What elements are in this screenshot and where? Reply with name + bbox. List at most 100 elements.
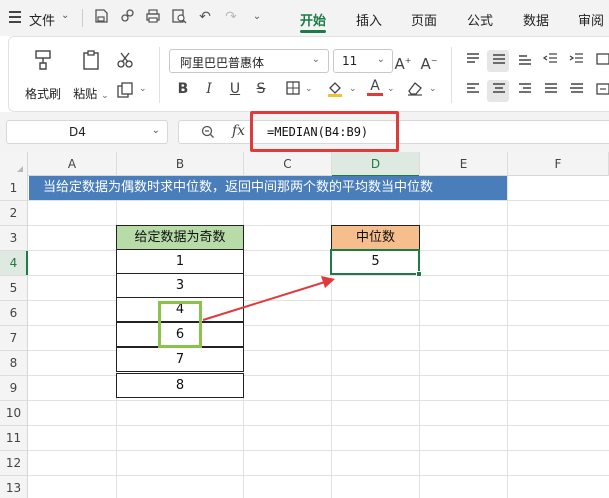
increase-font-icon[interactable]: A+ — [393, 52, 413, 73]
column-header-c[interactable]: C — [244, 152, 332, 176]
row-header-8[interactable]: 8 — [0, 351, 28, 376]
bold-icon[interactable]: B — [173, 80, 193, 98]
column-header-a[interactable]: A — [28, 152, 117, 176]
underline-icon[interactable]: U — [225, 80, 245, 98]
divider — [159, 47, 160, 103]
menu-icon[interactable] — [9, 11, 21, 23]
chevron-down-icon: ⌄ — [311, 54, 320, 65]
tab-insert[interactable]: 插入 — [356, 10, 382, 29]
divider — [82, 9, 83, 27]
tab-data[interactable]: 数据 — [523, 10, 549, 29]
quick-access-chevron-icon[interactable]: ⌄ — [248, 8, 266, 26]
border-icon[interactable] — [283, 80, 303, 98]
justify-icon[interactable] — [541, 82, 561, 100]
row-header-6[interactable]: 6 — [0, 301, 28, 326]
align-center-icon[interactable] — [489, 82, 509, 100]
strikethrough-icon[interactable]: S — [251, 80, 271, 98]
cut-icon[interactable] — [115, 51, 135, 69]
align-middle-icon[interactable] — [489, 52, 509, 70]
tab-home[interactable]: 开始 — [300, 10, 326, 29]
row-header-7[interactable]: 7 — [0, 326, 28, 351]
arrow-annotation — [202, 276, 335, 321]
data-cell[interactable]: 7 — [116, 347, 244, 372]
row-header-1[interactable]: 1 — [0, 176, 28, 201]
redo-icon[interactable]: ↷ — [222, 8, 240, 26]
font-name-select[interactable]: 阿里巴巴普惠体 ⌄ — [169, 49, 329, 73]
row-header-4[interactable]: 4 — [0, 251, 28, 276]
row-header-12[interactable]: 12 — [0, 451, 28, 476]
font-size-select[interactable]: 11 ⌄ — [333, 49, 393, 73]
data-cell[interactable]: 8 — [116, 373, 244, 398]
clear-format-chevron-icon[interactable]: ⌄ — [429, 84, 437, 94]
decrease-indent-icon[interactable] — [541, 52, 561, 70]
row-header-5[interactable]: 5 — [0, 276, 28, 301]
chevron-down-icon: ⌄ — [376, 54, 385, 65]
fill-color-icon[interactable] — [325, 79, 345, 97]
fx-icon[interactable]: fx — [232, 123, 245, 139]
distributed-align-icon[interactable] — [567, 82, 587, 100]
align-top-icon[interactable] — [463, 52, 483, 70]
font-name-value: 阿里巴巴普惠体 — [180, 56, 265, 70]
italic-icon[interactable]: I — [199, 80, 219, 98]
tab-review[interactable]: 审阅 — [578, 10, 604, 29]
spreadsheet-grid[interactable]: A B C D E F 1 2 3 4 5 6 7 8 9 10 11 12 1… — [0, 152, 609, 498]
row-header-9[interactable]: 9 — [0, 376, 28, 401]
gridline — [28, 450, 609, 451]
font-color-chevron-icon[interactable]: ⌄ — [387, 84, 395, 94]
merge-cells-icon[interactable] — [593, 82, 609, 100]
row-header-13[interactable]: 13 — [0, 476, 28, 498]
align-bottom-icon[interactable] — [515, 52, 535, 70]
median-header-cell[interactable]: 中位数 — [331, 225, 420, 250]
row-header-2[interactable]: 2 — [0, 201, 28, 226]
select-all-corner[interactable] — [0, 152, 28, 176]
font-color-icon[interactable]: A — [365, 77, 385, 96]
decrease-font-icon[interactable]: A− — [419, 52, 439, 73]
active-tab-indicator — [300, 30, 326, 33]
paste-label-text: 粘贴 — [73, 87, 98, 101]
name-box[interactable]: D4 ⌄ — [6, 120, 168, 144]
format-painter-icon — [32, 49, 54, 71]
undo-icon[interactable]: ↶ — [196, 8, 214, 26]
gridline — [28, 400, 609, 401]
title-banner-cell[interactable]: 当给定数据为偶数时求中位数，返回中间那两个数的平均数当中位数 — [29, 176, 507, 200]
file-menu[interactable]: 文件 — [29, 10, 55, 29]
wrap-text-icon[interactable] — [593, 52, 609, 70]
increase-indent-icon[interactable] — [567, 52, 587, 70]
align-right-icon[interactable] — [515, 82, 535, 100]
tab-page[interactable]: 页面 — [411, 10, 437, 29]
gridline — [28, 425, 609, 426]
column-header-b[interactable]: B — [117, 152, 244, 176]
row-header-10[interactable]: 10 — [0, 401, 28, 426]
border-chevron-icon[interactable]: ⌄ — [305, 84, 313, 94]
paste-button[interactable]: 粘贴 ⌄ — [71, 49, 111, 102]
column-header-f[interactable]: F — [508, 152, 609, 176]
format-painter-label: 格式刷 — [24, 87, 61, 101]
gridline — [28, 475, 609, 476]
menu-bar: 文件 ⌄ ↶ ↷ ⌄ 开始 插入 页面 公式 数据 审阅 — [0, 0, 609, 36]
share-icon[interactable] — [118, 8, 136, 26]
name-box-value: D4 — [69, 125, 86, 139]
clear-format-icon[interactable] — [405, 79, 425, 97]
fill-handle[interactable] — [416, 271, 422, 277]
data-header-cell[interactable]: 给定数据为奇数 — [116, 225, 244, 250]
row-header-3[interactable]: 3 — [0, 226, 28, 251]
print-preview-icon[interactable] — [170, 8, 188, 26]
copy-icon[interactable] — [115, 81, 135, 99]
formula-highlight-box — [250, 111, 399, 152]
align-left-icon[interactable] — [463, 82, 483, 100]
paste-icon — [80, 49, 102, 71]
copy-chevron-icon[interactable]: ⌄ — [139, 84, 147, 94]
row-header-11[interactable]: 11 — [0, 426, 28, 451]
fill-color-chevron-icon[interactable]: ⌄ — [349, 84, 357, 94]
column-headers: A B C D E F — [0, 152, 609, 177]
tab-formula[interactable]: 公式 — [467, 10, 493, 29]
zoom-icon[interactable] — [201, 125, 215, 143]
ribbon: 格式刷 粘贴 ⌄ ⌄ 阿里巴巴普惠体 ⌄ 11 ⌄ A+ A− B I U S … — [8, 36, 609, 112]
print-icon[interactable] — [144, 8, 162, 26]
paste-chevron-icon[interactable]: ⌄ — [101, 91, 109, 101]
column-header-d[interactable]: D — [332, 152, 420, 177]
save-icon[interactable] — [92, 8, 110, 26]
column-header-e[interactable]: E — [420, 152, 508, 176]
format-painter-button[interactable]: 格式刷 — [23, 49, 63, 102]
chevron-down-icon[interactable]: ⌄ — [61, 10, 69, 21]
